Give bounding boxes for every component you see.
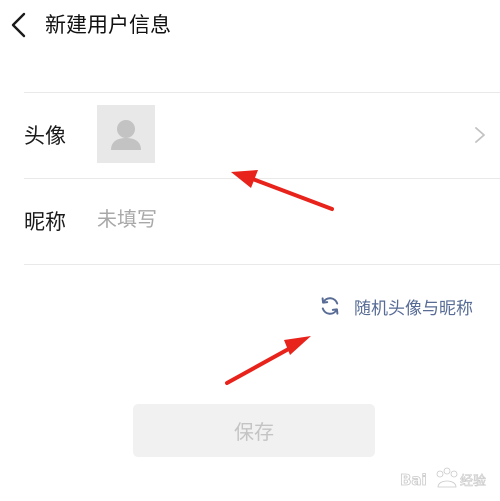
user-silhouette-icon [111, 120, 141, 150]
save-button[interactable]: 保存 [133, 404, 375, 457]
chevron-right-icon [475, 127, 485, 143]
refresh-icon [321, 297, 339, 315]
back-button[interactable] [8, 10, 30, 40]
nickname-label: 昵称 [24, 210, 66, 234]
avatar[interactable] [97, 105, 155, 163]
avatar-row[interactable]: 头像 [0, 93, 500, 178]
random-avatar-nickname-link[interactable]: 随机头像与昵称 [318, 290, 473, 322]
arrow-to-random-link [225, 336, 311, 385]
svg-text:Bai: Bai [400, 471, 427, 489]
divider [24, 264, 500, 265]
header: 新建用户信息 [0, 0, 500, 52]
page-title: 新建用户信息 [45, 13, 171, 37]
nickname-input[interactable] [97, 202, 457, 236]
chevron-left-icon [11, 12, 26, 38]
svg-text:经验: 经验 [460, 473, 486, 489]
avatar-label: 头像 [24, 124, 66, 148]
baidu-jingyan-watermark-logo: Bai 经验 [400, 467, 486, 489]
new-user-info-page: 新建用户信息 头像 昵称 随机头像与昵称 保存 [0, 0, 500, 501]
random-link-label: 随机头像与昵称 [354, 298, 473, 319]
